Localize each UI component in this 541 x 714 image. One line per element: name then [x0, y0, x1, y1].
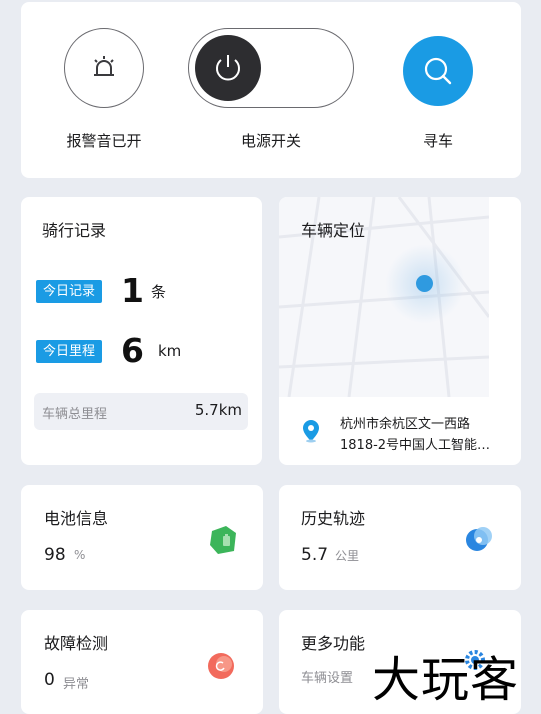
power-icon: [216, 55, 240, 81]
today-records-unit: 条: [151, 283, 167, 301]
battery-value: 98: [44, 545, 66, 565]
history-value: 5.7: [301, 545, 329, 565]
more-subtitle: 车辆设置: [301, 671, 354, 686]
fault-detection-card[interactable]: 故障检测 0 异常: [21, 610, 263, 714]
control-card: 报警音已开 电源开关 寻车: [21, 2, 521, 178]
alarm-light-icon: [94, 56, 114, 76]
today-records-tag: 今日记录: [36, 280, 103, 303]
total-mileage-value: 5.7km: [194, 401, 242, 419]
address-line-2: 1818-2号中国人工智能…: [340, 438, 491, 453]
ride-record-card[interactable]: 骑行记录 今日记录 1 条 今日里程 6 km 车辆总里程 5.7km: [21, 197, 262, 465]
history-title: 历史轨迹: [301, 509, 366, 528]
find-car-button[interactable]: [403, 36, 473, 106]
battery-unit: %: [74, 548, 86, 562]
fault-status: 异常: [63, 677, 90, 692]
vehicle-location-card[interactable]: 车辆定位 杭州市余杭区文一西路 1818-2号中国人工智能…: [279, 197, 521, 465]
battery-title: 电池信息: [44, 509, 109, 528]
total-mileage-box: 车辆总里程 5.7km: [34, 393, 248, 430]
today-records-value: 1: [121, 271, 144, 310]
vehicle-location-marker: [416, 275, 433, 292]
power-label: 电源开关: [240, 132, 301, 150]
address-line-1: 杭州市余杭区文一西路: [340, 417, 471, 432]
alarm-button[interactable]: [64, 28, 144, 108]
watermark: 大玩客: [372, 652, 520, 708]
power-switch[interactable]: [188, 28, 354, 108]
history-track-card[interactable]: 历史轨迹 5.7 公里: [279, 485, 521, 590]
today-mileage-unit: km: [158, 342, 182, 360]
search-icon: [424, 57, 452, 85]
power-knob[interactable]: [195, 35, 261, 101]
location-pin-icon: [303, 420, 319, 443]
find-car-label: 寻车: [422, 132, 453, 150]
battery-icon: [210, 526, 236, 554]
more-title: 更多功能: [301, 634, 366, 653]
fault-value: 0: [44, 670, 55, 690]
history-unit: 公里: [335, 549, 360, 563]
ride-record-title: 骑行记录: [42, 221, 107, 240]
fault-icon: [208, 653, 234, 679]
battery-info-card[interactable]: 电池信息 98 %: [21, 485, 263, 590]
fault-title: 故障检测: [44, 634, 109, 653]
total-mileage-label: 车辆总里程: [42, 407, 108, 422]
route-icon: [466, 527, 492, 551]
location-title: 车辆定位: [301, 221, 366, 240]
today-mileage-value: 6: [121, 331, 144, 370]
alarm-label: 报警音已开: [66, 132, 142, 150]
today-mileage-tag: 今日里程: [36, 340, 103, 363]
